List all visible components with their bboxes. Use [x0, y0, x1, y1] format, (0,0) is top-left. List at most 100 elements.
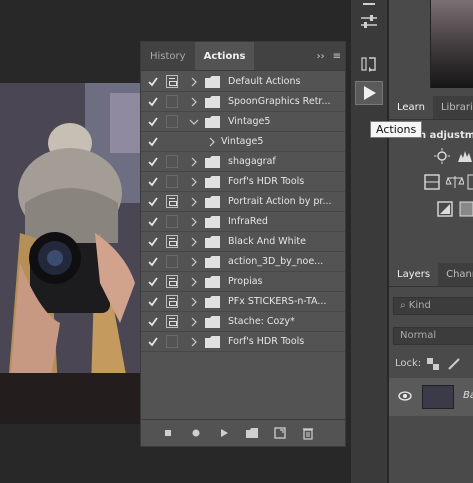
- dialog-toggle-icon[interactable]: [166, 155, 178, 168]
- tab-channels[interactable]: Chann: [438, 263, 473, 286]
- actions-tooltip: Actions: [370, 121, 423, 138]
- chevron-right-icon[interactable]: [189, 256, 199, 268]
- action-row[interactable]: Vintage5: [141, 132, 345, 152]
- kind-filter[interactable]: ⌕ Kind: [393, 297, 473, 315]
- chevron-right-icon[interactable]: [189, 76, 199, 88]
- action-row[interactable]: shagagraf: [141, 152, 345, 172]
- chevron-down-icon[interactable]: [189, 116, 199, 128]
- chevron-right-icon[interactable]: [207, 136, 217, 148]
- search-icon: ⌕: [400, 300, 406, 311]
- levels-icon[interactable]: [457, 148, 473, 167]
- action-row[interactable]: action_3D_by_noe...: [141, 252, 345, 272]
- tab-history[interactable]: History: [141, 42, 195, 70]
- toggle-check-icon[interactable]: [147, 275, 159, 289]
- action-row[interactable]: Forf's HDR Tools: [141, 332, 345, 352]
- new-set-icon[interactable]: [245, 426, 259, 440]
- tab-actions[interactable]: Actions: [194, 42, 255, 70]
- record-icon[interactable]: [189, 426, 203, 440]
- action-row[interactable]: PFx STICKERS-n-TA...: [141, 292, 345, 312]
- collapse-panel-icon[interactable]: ››: [317, 51, 325, 62]
- toggle-check-icon[interactable]: [147, 175, 159, 189]
- dialog-toggle-icon[interactable]: [166, 115, 178, 128]
- chevron-right-icon[interactable]: [189, 296, 199, 308]
- toggle-check-icon[interactable]: [147, 235, 159, 249]
- lock-brush-icon[interactable]: [447, 357, 461, 374]
- chevron-right-icon[interactable]: [189, 176, 199, 188]
- chevron-right-icon[interactable]: [189, 236, 199, 248]
- blend-mode-select[interactable]: Normal: [393, 327, 473, 345]
- toggle-check-icon[interactable]: [147, 255, 159, 269]
- action-label: Vintage5: [228, 116, 271, 127]
- dialog-toggle-icon[interactable]: [166, 295, 178, 308]
- balance-icon[interactable]: [445, 174, 465, 193]
- dialog-toggle-icon[interactable]: [166, 75, 178, 88]
- dialog-toggle-icon[interactable]: [166, 95, 178, 108]
- chevron-right-icon[interactable]: [189, 216, 199, 228]
- panel-menu-icon[interactable]: ≡: [333, 51, 341, 62]
- delete-icon[interactable]: [301, 426, 315, 440]
- action-row[interactable]: SpoonGraphics Retr...: [141, 92, 345, 112]
- brightness-icon[interactable]: [434, 148, 450, 167]
- gradient-map-icon[interactable]: [459, 201, 473, 220]
- brush-options-icon[interactable]: [361, 0, 377, 11]
- new-action-icon[interactable]: [273, 426, 287, 440]
- dialog-toggle-icon[interactable]: [166, 335, 178, 348]
- chevron-right-icon[interactable]: [189, 276, 199, 288]
- action-row[interactable]: Black And White: [141, 232, 345, 252]
- folder-icon: [205, 76, 220, 88]
- action-row[interactable]: Propias: [141, 272, 345, 292]
- dialog-toggle-icon[interactable]: [166, 255, 178, 268]
- action-label: Propias: [228, 276, 263, 287]
- toggle-check-icon[interactable]: [147, 95, 159, 109]
- dialog-toggle-icon[interactable]: [166, 315, 178, 328]
- action-row[interactable]: Vintage5: [141, 112, 345, 132]
- toggle-check-icon[interactable]: [147, 75, 159, 89]
- visibility-eye-icon[interactable]: [398, 390, 412, 405]
- chevron-right-icon[interactable]: [189, 336, 199, 348]
- action-list: Default Actions SpoonGraphics Retr... Vint…: [141, 72, 345, 352]
- dialog-toggle-icon[interactable]: [166, 175, 178, 188]
- toggle-check-icon[interactable]: [147, 195, 159, 209]
- chevron-right-icon[interactable]: [189, 196, 199, 208]
- tab-layers[interactable]: Layers: [389, 263, 439, 286]
- toggle-check-icon[interactable]: [147, 135, 159, 149]
- toggle-check-icon[interactable]: [147, 115, 159, 129]
- toggle-check-icon[interactable]: [147, 315, 159, 329]
- play-icon[interactable]: [217, 426, 231, 440]
- action-row[interactable]: Forf's HDR Tools: [141, 172, 345, 192]
- invert-icon[interactable]: [437, 201, 453, 220]
- dialog-toggle-icon[interactable]: [166, 195, 178, 208]
- folder-icon: [205, 316, 220, 328]
- tab-learn[interactable]: Learn: [389, 96, 433, 119]
- toggle-check-icon[interactable]: [147, 215, 159, 229]
- action-row[interactable]: Default Actions: [141, 72, 345, 92]
- tab-libraries[interactable]: Librari: [433, 96, 473, 119]
- adjustments-heading: n adjustm: [419, 130, 473, 141]
- channel-mixer-icon[interactable]: [467, 174, 473, 193]
- history-brush-icon[interactable]: [360, 55, 378, 76]
- chevron-right-icon[interactable]: [189, 96, 199, 108]
- layer-row-background[interactable]: Ba: [389, 378, 473, 416]
- panel-toolbar: [351, 0, 387, 483]
- toggle-check-icon[interactable]: [147, 335, 159, 349]
- folder-icon: [205, 196, 220, 208]
- lock-transparent-icon[interactable]: [427, 358, 439, 373]
- toggle-check-icon[interactable]: [147, 295, 159, 309]
- toggle-check-icon[interactable]: [147, 155, 159, 169]
- folder-icon: [205, 256, 220, 268]
- dialog-toggle-icon[interactable]: [166, 215, 178, 228]
- exposure-icon[interactable]: [424, 174, 440, 193]
- action-row[interactable]: Stache: Cozy*: [141, 312, 345, 332]
- stop-icon[interactable]: [161, 426, 175, 440]
- color-picker-field[interactable]: [430, 0, 473, 88]
- action-row[interactable]: Portrait Action by pr...: [141, 192, 345, 212]
- dialog-toggle-icon[interactable]: [166, 275, 178, 288]
- actions-panel-toggle[interactable]: [355, 81, 383, 105]
- chevron-right-icon[interactable]: [189, 156, 199, 168]
- folder-icon: [205, 216, 220, 228]
- dialog-toggle-icon[interactable]: [166, 235, 178, 248]
- action-label: shagagraf: [228, 156, 276, 167]
- chevron-right-icon[interactable]: [189, 316, 199, 328]
- action-row[interactable]: InfraRed: [141, 212, 345, 232]
- adjust-sliders-icon[interactable]: [360, 14, 378, 33]
